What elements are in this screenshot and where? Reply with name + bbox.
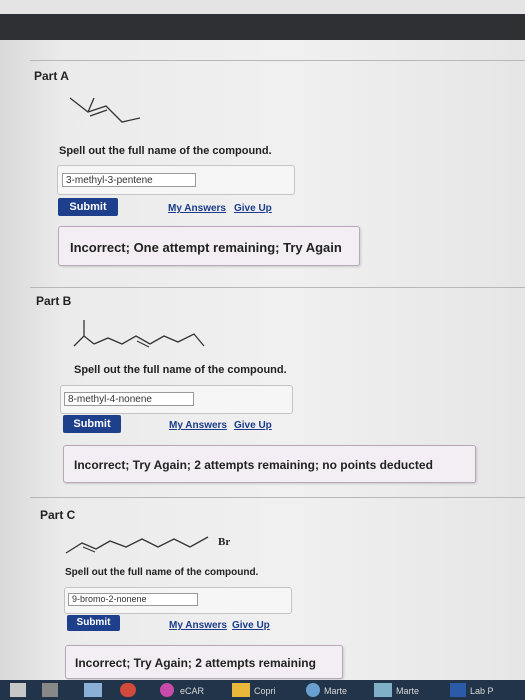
part-b-give-up-link[interactable]: Give Up (234, 420, 272, 431)
word-icon[interactable] (450, 683, 466, 697)
taskbar-label-copri[interactable]: Copri (254, 686, 276, 696)
window-top-strip (0, 0, 525, 14)
part-b-my-answers-link[interactable]: My Answers (169, 420, 227, 431)
browser-header-bar (0, 14, 525, 40)
part-c-prompt: Spell out the full name of the compound. (65, 567, 259, 578)
part-b-prompt: Spell out the full name of the compound. (74, 364, 287, 376)
file-explorer-icon[interactable] (84, 683, 102, 697)
part-a-give-up-link[interactable]: Give Up (234, 203, 272, 214)
taskbar-label-ecar[interactable]: eCAR (180, 686, 204, 696)
part-a-my-answers-link[interactable]: My Answers (168, 203, 226, 214)
part-c-bromo-label: Br (218, 536, 231, 548)
part-c-submit-button[interactable]: Submit (67, 615, 120, 631)
part-c-answer-input[interactable] (68, 593, 198, 606)
app-icon-1[interactable] (160, 683, 174, 697)
part-b-answer-input[interactable] (64, 392, 194, 406)
part-c-my-answers-link[interactable]: My Answers (169, 620, 227, 631)
part-b-feedback: Incorrect; Try Again; 2 attempts remaini… (63, 445, 476, 483)
part-a-structure (69, 97, 141, 123)
assignment-page: Part A Spell out the full name of the co… (0, 40, 525, 680)
part-b-submit-button[interactable]: Submit (63, 415, 121, 433)
taskbar-label-marte-1[interactable]: Marte (324, 686, 347, 696)
part-c-divider (30, 497, 525, 498)
part-a-prompt: Spell out the full name of the compound. (59, 145, 272, 157)
part-b-structure (73, 320, 205, 348)
app-icon-3[interactable] (306, 683, 320, 697)
app-icon-4[interactable] (374, 683, 392, 697)
app-icon-2[interactable] (232, 683, 250, 697)
part-a-feedback: Incorrect; One attempt remaining; Try Ag… (58, 226, 360, 266)
part-c-give-up-link[interactable]: Give Up (232, 620, 270, 631)
part-a-submit-button[interactable]: Submit (58, 198, 118, 216)
chrome-icon[interactable] (120, 683, 136, 697)
part-c-structure (65, 536, 209, 554)
part-a-title: Part A (34, 69, 69, 83)
part-b-title: Part B (36, 294, 72, 308)
taskbar-label-marte-2[interactable]: Marte (396, 686, 419, 696)
calculator-icon[interactable] (42, 683, 58, 697)
part-c-title: Part C (40, 508, 76, 522)
part-a-answer-input[interactable] (62, 173, 196, 187)
part-a-divider (30, 60, 525, 61)
taskbar: eCAR Copri Marte Marte Lab P (0, 680, 525, 700)
part-c-feedback: Incorrect; Try Again; 2 attempts remaini… (65, 645, 343, 679)
taskbar-label-lab[interactable]: Lab P (470, 686, 494, 696)
part-b-divider (30, 287, 525, 288)
windows-start-icon[interactable] (10, 683, 26, 697)
